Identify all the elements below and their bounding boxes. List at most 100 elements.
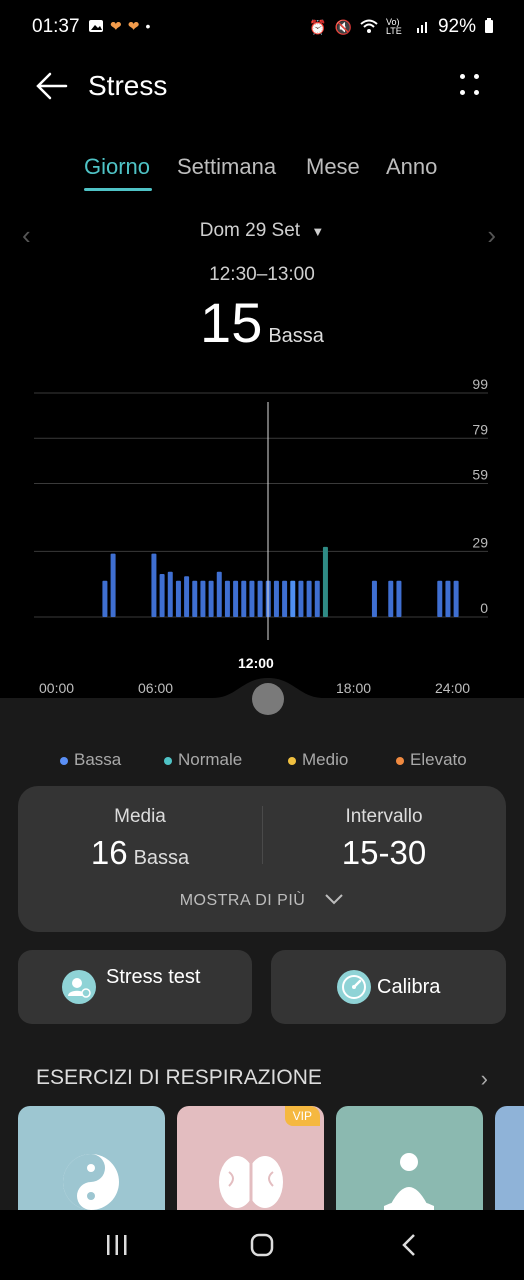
recent-apps-button[interactable] [104,1232,130,1263]
breathing-tile-3[interactable] [336,1106,483,1216]
chart-bar[interactable] [233,580,239,617]
calibrate-label: Calibra [377,976,441,998]
tab-mese[interactable]: Mese [306,154,360,180]
active-tab-indicator [84,188,152,191]
tab-giorno[interactable]: Giorno [84,154,150,180]
chart-bar[interactable] [102,580,108,617]
timeline-slider-handle[interactable] [252,683,284,715]
battery-percent: 92% [437,16,476,37]
chart-bar[interactable] [257,580,263,617]
legend-normale: Normale [164,750,242,770]
chart-bar[interactable] [298,580,304,617]
breathing-tile-1[interactable] [18,1106,165,1216]
chart-bar[interactable] [314,580,320,617]
legend-dot [60,756,68,765]
chart-bar[interactable] [224,580,230,617]
media-level: Bassa [133,847,190,869]
legend-label: Elevato [410,750,467,769]
health-icon-2: ❤ [127,18,140,34]
chart-bar[interactable] [388,580,394,617]
breathing-see-all-button[interactable]: › [481,1066,488,1092]
chart-bar[interactable] [371,580,377,617]
vip-badge: VIP [284,1106,320,1126]
status-bar: 01:37 ❤ ❤ • ⏰ 🔇 Vo) LTE 92% [0,0,524,56]
gauge-icon [337,970,371,1004]
notification-icons: ❤ ❤ • [88,18,150,37]
chart-bar[interactable] [396,580,402,617]
back-nav-icon [402,1234,415,1256]
more-options-button[interactable] [460,72,484,100]
chart-bar[interactable] [290,580,296,617]
chart-bar[interactable] [184,576,190,617]
volte-label: Vo) LTE [385,17,402,36]
chart-bar[interactable] [151,553,157,617]
signal-icon [416,19,430,36]
stress-test-icon [62,970,96,1004]
y-tick-label: 29 [472,534,488,550]
chart-bar[interactable] [437,580,443,617]
gallery-icon [88,18,104,37]
stress-test-button[interactable]: Stress test [18,950,252,1024]
chart-bar[interactable] [282,580,288,617]
selected-value: 15 Bassa [0,290,524,355]
calibrate-button[interactable]: Calibra [271,950,506,1024]
next-day-button[interactable]: › [487,220,496,251]
legend-dot [288,756,296,765]
x-tick-selected: 12:00 [238,655,274,671]
show-more-label: MOSTRA DI PIÙ [179,892,306,909]
chart-bar[interactable] [273,580,279,617]
chart-y-ticks: 99 79 59 29 0 [472,376,488,616]
status-time: 01:37 [32,16,80,37]
chart-bar[interactable] [192,580,198,617]
mute-icon: 🔇 [334,18,352,35]
chart-bar[interactable] [306,580,312,617]
chart-bar[interactable] [175,580,181,617]
stress-level: Bassa [268,325,324,347]
back-button[interactable] [34,68,70,104]
chart-bar[interactable] [110,553,116,617]
y-tick-label: 99 [472,376,488,392]
legend-label: Medio [302,750,349,769]
date-label: Dom 29 Set [199,220,301,241]
chart-bar[interactable] [249,580,255,617]
alarm-icon: ⏰ [309,18,327,35]
tab-settimana[interactable]: Settimana [177,154,276,180]
yin-yang-fish-icon [63,1154,119,1210]
breathing-section-title: ESERCIZI DI RESPIRAZIONE [36,1066,322,1089]
tab-anno[interactable]: Anno [386,154,437,180]
wifi-icon [360,19,378,36]
chart-bar[interactable] [216,571,222,617]
dot-icon: • [145,18,151,34]
chart-bar[interactable] [208,580,214,617]
date-dropdown[interactable]: Dom 29 Set ▼ [0,220,524,242]
selected-range: 12:30–13:00 [209,264,315,285]
chart-bar[interactable] [159,574,165,617]
chart-bars [102,546,459,617]
home-button[interactable] [249,1232,275,1263]
battery-icon [484,17,494,37]
page-title: Stress [88,70,168,101]
chevron-down-icon [324,892,344,910]
caret-down-icon: ▼ [311,224,325,239]
breathing-tile-2[interactable]: VIP [177,1106,324,1216]
summary-divider [262,806,263,864]
chart-bar[interactable] [322,546,328,617]
y-tick-label: 59 [472,467,488,483]
stress-chart[interactable]: 99 79 59 29 0 [0,370,524,650]
back-nav-button[interactable] [396,1232,422,1263]
interval-label: Intervallo [345,806,423,827]
show-more-button[interactable]: MOSTRA DI PIÙ [0,892,524,910]
x-tick-label: 24:00 [435,680,471,696]
chart-bar[interactable] [167,571,173,617]
legend-label: Bassa [74,750,122,769]
breathing-tile-4[interactable] [495,1106,524,1216]
x-tick-label: 18:00 [336,680,372,696]
chevron-right-icon: › [480,1066,488,1091]
chart-bar[interactable] [241,580,247,617]
system-nav-bar [0,1210,524,1280]
x-tick-label: 00:00 [39,680,75,696]
stress-value: 15 [200,291,263,354]
chart-bar[interactable] [200,580,206,617]
chart-bar[interactable] [453,580,459,617]
chart-bar[interactable] [445,580,451,617]
